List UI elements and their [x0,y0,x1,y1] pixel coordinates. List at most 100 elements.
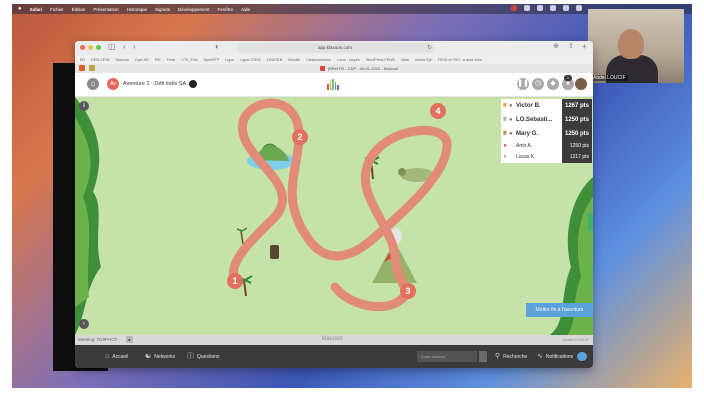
bookmark[interactable]: OpenRTP [203,58,219,62]
access-code-input[interactable] [417,351,477,362]
bookmark[interactable]: Adobe Eyt [415,58,432,62]
nav-search-label: Recherche [503,354,528,360]
home-icon: ⌂ [105,353,110,360]
home-icon[interactable]: ⌂ [87,78,99,90]
address-bar[interactable]: app.klaxoon.com [237,43,433,53]
participant-name: Abdel LOUCIF [591,75,628,81]
menu-item-presentation[interactable]: Présentation [93,7,118,12]
keyboard-icon[interactable] [537,5,543,11]
leaderboard: ♕ ● Victor B. 1267 pts ♕ ● LO.Sebasti...… [501,99,592,163]
sidebar-icon[interactable]: ◫ [108,42,116,51]
menu-item-developpement[interactable]: Développement [178,7,210,12]
bookmark[interactable]: CTS_EVA [181,58,197,62]
stop-marker[interactable]: 3 [400,283,416,299]
user-avatar[interactable] [575,78,587,90]
adventure-title[interactable]: Aventure 1 - Défi Indiv SA... [123,78,191,90]
player-points: 1267 pts [562,99,592,113]
record-icon[interactable] [511,5,517,11]
adventure-avatar: Av [107,78,119,90]
bookmark[interactable]: Moodle [288,58,300,62]
menu-item-aide[interactable]: Aide [241,7,250,12]
bookmark[interactable]: ED [80,58,85,62]
nav-networks[interactable]: ☯ Networks [145,351,175,362]
new-tab-icon[interactable]: + [582,42,587,51]
stop-marker[interactable]: 4 [430,103,446,119]
notifications-toggle[interactable] [577,352,587,361]
question-icon: ⓘ [187,353,194,360]
nav-notifications[interactable]: ∿ Notifications [537,351,573,362]
pinned-tab-icon[interactable] [89,65,95,71]
bookmark[interactable]: Vidal [401,58,409,62]
menu-item-signets[interactable]: Signets [155,7,170,12]
bookmarks-bar: ED CESI-LEYE Klaxoon Capt-HD PIE Fenix C… [75,55,593,64]
safari-window: ◫ ‹ › ◐ app.klaxoon.com ↻ ⊕ ⇧ + ED CESI-… [75,41,593,368]
browser-toolbar: ◫ ‹ › ◐ app.klaxoon.com ↻ ⊕ ⇧ + [75,41,593,55]
bookmark[interactable]: Ligue-TOEIC [240,58,261,62]
forward-icon[interactable]: › [133,42,136,51]
menu-item-fichier[interactable]: Fichier [50,7,64,12]
adventure-menu-button[interactable] [189,80,197,88]
bookmark[interactable]: LINXTEN [267,58,282,62]
medal-icon: ● [503,143,507,149]
join-code-button[interactable] [479,351,487,362]
back-icon[interactable]: ‹ [123,42,126,51]
nav-questions[interactable]: ⓘ Questions [187,351,220,362]
bronze-trophy-icon: ♕ [502,131,508,137]
network-icon: ☯ [145,353,152,360]
end-adventure-button[interactable]: Mettre fin à l'aventure [526,303,593,317]
pause-icon[interactable]: ❚❚ [517,78,529,90]
bookmark[interactable]: PIE [155,58,161,62]
menu-item-fenetre[interactable]: Fenêtre [218,7,234,12]
download-icon[interactable]: ⊕ [553,42,559,50]
tab-klaxoon[interactable]: [BRef R2 - CDP - 09-01-2020 - Klaxoon [320,65,398,72]
gold-trophy-icon: ♕ [502,103,508,109]
wifi-icon[interactable] [550,5,556,11]
timer-icon[interactable]: ◷ [532,78,544,90]
player-points: 1250 pts [562,141,592,152]
player-name: Lucas K. [516,154,536,160]
lock-icon[interactable]: ■ [126,336,133,343]
clock-icon[interactable] [576,5,582,11]
minimize-window-button[interactable] [88,45,93,50]
bookmark[interactable]: WordPress FEWD [366,58,395,62]
leaderboard-row: ● Amir A. 1250 pts [501,141,592,152]
participant-face [618,29,644,59]
privacy-shield-icon[interactable]: ◐ [215,42,220,51]
bookmark[interactable]: Fenix [167,58,176,62]
battery-icon[interactable] [563,5,569,11]
player-points: 1250 pts [562,113,592,127]
nav-questions-label: Questions [197,354,220,360]
shield-icon[interactable]: ◆ [547,78,559,90]
pinned-tab-icon[interactable] [79,65,85,71]
bookmark[interactable]: Capt-HD [135,58,149,62]
bookmark[interactable]: Ligue [225,58,234,62]
bookmark[interactable]: FEHD et FHS - a avoir lu/vu [438,58,483,62]
collapse-icon[interactable]: ‹ [79,319,89,329]
leaderboard-row: ♕ ● Victor B. 1267 pts [501,99,592,113]
menu-item-edition[interactable]: Édition [72,7,86,12]
search-icon: ⚲ [495,353,501,360]
screen-share-icon[interactable] [524,5,530,11]
stop-marker[interactable]: 1 [227,273,243,289]
bookmark[interactable]: CESI-LEYE [91,58,110,62]
info-icon[interactable]: i [79,101,89,111]
close-window-button[interactable] [80,45,85,50]
side-panel-handle[interactable] [588,213,593,231]
apple-icon[interactable]: ● [18,6,22,12]
nav-search[interactable]: ⚲ Recherche [495,351,527,362]
zoom-window-button[interactable] [96,45,101,50]
klaxoon-header: ⌂ Av Aventure 1 - Défi Indiv SA... ❚❚ ◷ … [75,73,593,97]
klaxoon-brand: klaxoon [322,336,343,342]
player-name: Mary G. [516,131,539,137]
silver-trophy-icon: ♕ [502,117,508,123]
nav-home[interactable]: ⌂ Accueil [105,351,128,362]
bookmark[interactable]: Loom - Inspire [337,58,360,62]
menu-item-historique[interactable]: Historique [127,7,147,12]
bookmark[interactable]: Klaxoon [116,58,129,62]
user-icon: ● [503,154,507,160]
stop-marker[interactable]: 2 [292,129,308,145]
share-icon[interactable]: ⇧ [568,42,574,50]
bookmark[interactable]: Classcorrection [306,58,331,62]
reload-icon[interactable]: ↻ [427,44,432,51]
menu-item-safari[interactable]: Safari [30,7,43,12]
